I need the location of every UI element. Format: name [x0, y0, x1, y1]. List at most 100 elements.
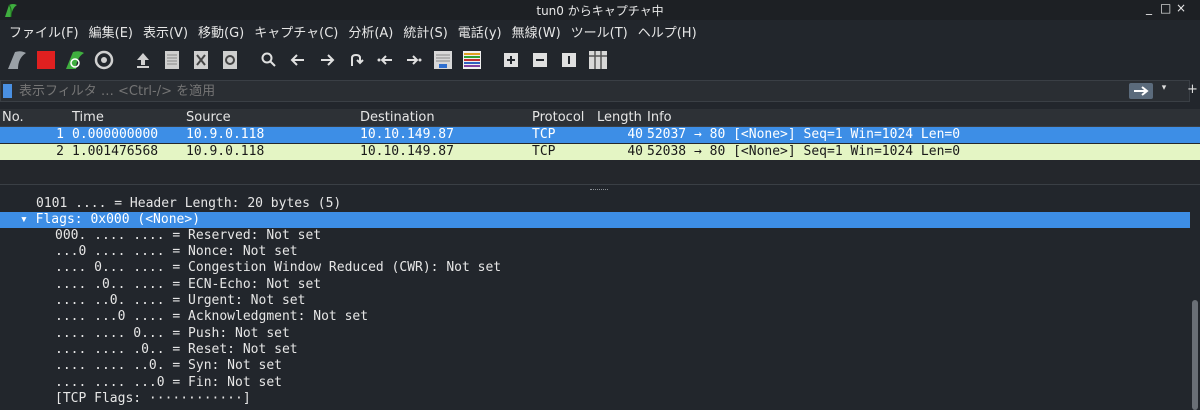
cell-time: 1.001476568	[72, 144, 159, 159]
menu-edit[interactable]: 編集(E)	[84, 22, 138, 41]
go-to-packet-button[interactable]	[343, 47, 369, 73]
menu-wireless[interactable]: 無線(W)	[507, 22, 566, 41]
document-reload-icon	[223, 51, 237, 69]
tree-item-flag[interactable]: .... ..0. .... = Urgent: Not set	[0, 293, 1190, 309]
zoom-in-icon	[504, 53, 518, 67]
close-file-button[interactable]	[188, 47, 214, 73]
filter-dropdown-button[interactable]: ▾	[1157, 83, 1171, 99]
col-length[interactable]: Length	[597, 110, 642, 125]
details-vscrollbar[interactable]	[1192, 300, 1198, 410]
restart-capture-button[interactable]	[62, 47, 88, 73]
col-time[interactable]: Time	[72, 110, 104, 125]
zoom-out-icon	[533, 53, 547, 67]
menu-analyze[interactable]: 分析(A)	[343, 22, 398, 41]
tree-item-flag[interactable]: 000. .... .... = Reserved: Not set	[0, 228, 1190, 244]
minimize-button[interactable]: _	[1144, 1, 1160, 15]
reload-file-button[interactable]	[217, 47, 243, 73]
close-button[interactable]: ×	[1176, 1, 1192, 15]
display-filter-bar: ▾ +	[0, 80, 1198, 102]
cell-length: 40	[627, 127, 643, 142]
arrow-left-icon	[290, 54, 304, 66]
cell-protocol: TCP	[532, 127, 556, 142]
cell-protocol: TCP	[532, 144, 556, 159]
tree-item-flags[interactable]: ▾ Flags: 0x000 (<None>)	[0, 212, 1190, 228]
title-bar: tun0 からキャプチャ中 _ □×	[0, 0, 1200, 20]
bookmark-icon[interactable]	[3, 84, 12, 98]
display-filter-input[interactable]	[19, 82, 1099, 100]
cell-length: 40	[627, 144, 643, 159]
last-arrow-icon	[407, 55, 422, 65]
tree-item-tcp-flags[interactable]: [TCP Flags: ············]	[0, 391, 1190, 407]
chevron-down-icon: ▾	[1161, 83, 1167, 93]
menu-go[interactable]: 移動(G)	[193, 22, 249, 41]
stop-capture-button[interactable]	[33, 47, 59, 73]
menu-bar: ファイル(F) 編集(E) 表示(V) 移動(G) キャプチャ(C) 分析(A)…	[0, 20, 1200, 42]
go-back-button[interactable]	[285, 47, 311, 73]
tree-item-flag[interactable]: .... .... ...0 = Fin: Not set	[0, 375, 1190, 391]
gear-icon	[94, 50, 114, 70]
cell-source: 10.9.0.118	[186, 144, 265, 159]
normal-size-icon	[562, 53, 576, 67]
resize-columns-button[interactable]	[585, 47, 611, 73]
resize-columns-icon	[589, 51, 607, 69]
cell-no: 1	[56, 127, 64, 142]
normal-size-button[interactable]	[556, 47, 582, 73]
menu-file[interactable]: ファイル(F)	[4, 22, 84, 41]
magnifier-icon	[261, 52, 276, 67]
table-row[interactable]: 1 0.000000000 10.9.0.118 10.10.149.87 TC…	[0, 127, 1200, 143]
open-file-button[interactable]	[130, 47, 156, 73]
window-title: tun0 からキャプチャ中	[536, 4, 664, 18]
tree-item-header-length[interactable]: 0101 .... = Header Length: 20 bytes (5)	[0, 196, 1190, 212]
zoom-out-button[interactable]	[527, 47, 553, 73]
col-source[interactable]: Source	[186, 110, 231, 125]
go-forward-button[interactable]	[314, 47, 340, 73]
tree-item-flag[interactable]: .... .0.. .... = ECN-Echo: Not set	[0, 277, 1190, 293]
menu-help[interactable]: ヘルプ(H)	[633, 22, 702, 41]
tree-item-flag[interactable]: .... ...0 .... = Acknowledgment: Not set	[0, 309, 1190, 325]
pane-splitter[interactable]	[0, 184, 1200, 196]
add-filter-button[interactable]: +	[1187, 82, 1198, 97]
maximize-button[interactable]: □	[1160, 1, 1176, 15]
table-row[interactable]: 2 1.001476568 10.9.0.118 10.10.149.87 TC…	[0, 144, 1200, 160]
jump-arrow-icon	[351, 53, 364, 66]
tree-item-flag[interactable]: .... .... ..0. = Syn: Not set	[0, 358, 1190, 374]
cell-source: 10.9.0.118	[186, 127, 265, 142]
save-file-button[interactable]	[159, 47, 185, 73]
find-packet-button[interactable]	[256, 47, 282, 73]
auto-scroll-button[interactable]	[430, 47, 456, 73]
arrow-right-icon	[321, 54, 335, 66]
cell-destination: 10.10.149.87	[360, 127, 454, 142]
tree-item-flag[interactable]: .... 0... .... = Congestion Window Reduc…	[0, 260, 1190, 276]
menu-tools[interactable]: ツール(T)	[566, 22, 633, 41]
cell-destination: 10.10.149.87	[360, 144, 454, 159]
cell-info: 52038 → 80 [<None>] Seq=1 Win=1024 Len=0	[647, 144, 961, 159]
first-arrow-icon	[377, 55, 392, 65]
colorize-button[interactable]	[459, 47, 485, 73]
document-grid-icon	[165, 51, 179, 69]
menu-capture[interactable]: キャプチャ(C)	[249, 22, 343, 41]
col-protocol[interactable]: Protocol	[532, 110, 584, 125]
expander-down-icon[interactable]: ▾	[20, 212, 36, 227]
cell-time: 0.000000000	[72, 127, 159, 142]
arrow-right-icon	[1134, 86, 1149, 96]
colorize-list-icon	[463, 51, 481, 69]
stop-square-icon	[37, 51, 55, 69]
menu-statistics[interactable]: 統計(S)	[398, 22, 452, 41]
menu-view[interactable]: 表示(V)	[138, 22, 193, 41]
first-packet-button[interactable]	[372, 47, 398, 73]
menu-telephony[interactable]: 電話(y)	[453, 22, 507, 41]
tree-item-flag[interactable]: .... .... 0... = Push: Not set	[0, 326, 1190, 342]
tree-item-flags-label: Flags: 0x000 (<None>)	[35, 212, 201, 227]
tree-item-flag[interactable]: .... .... .0.. = Reset: Not set	[0, 342, 1190, 358]
last-packet-button[interactable]	[401, 47, 427, 73]
col-info[interactable]: Info	[647, 110, 672, 125]
apply-filter-button[interactable]	[1129, 83, 1153, 99]
col-no[interactable]: No.	[2, 110, 24, 125]
cell-no: 2	[56, 144, 64, 159]
tree-item-flag[interactable]: ...0 .... .... = Nonce: Not set	[0, 244, 1190, 260]
zoom-in-button[interactable]	[498, 47, 524, 73]
col-destination[interactable]: Destination	[360, 110, 435, 125]
capture-options-button[interactable]	[91, 47, 117, 73]
grip-icon	[590, 189, 608, 191]
start-capture-button[interactable]	[4, 47, 30, 73]
